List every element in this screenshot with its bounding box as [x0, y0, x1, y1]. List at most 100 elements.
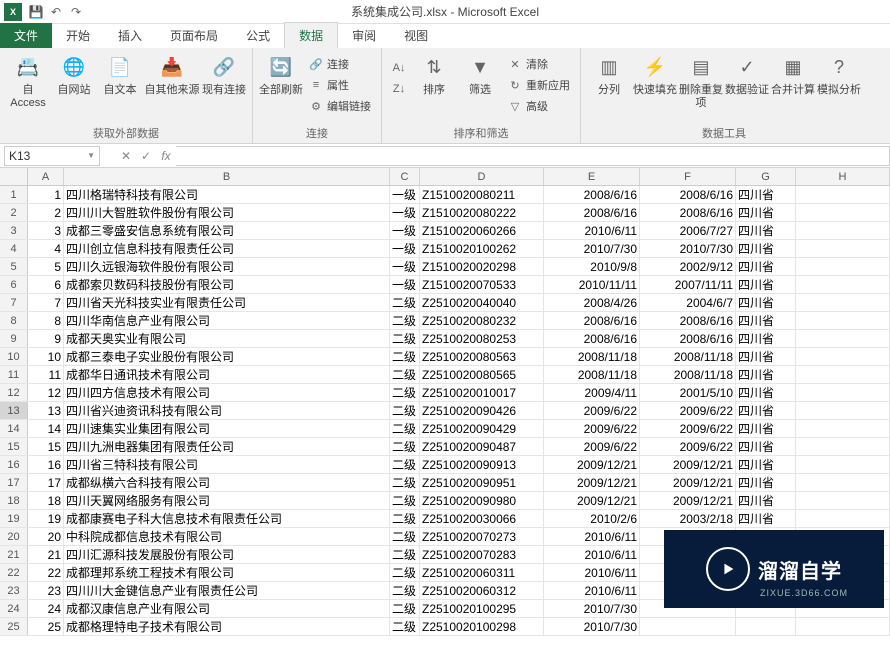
cell[interactable]: Z2510020070273	[420, 528, 544, 545]
cell[interactable]: Z2510020090426	[420, 402, 544, 419]
cell[interactable]: 四川华南信息产业有限公司	[64, 312, 390, 329]
cell[interactable]: 17	[28, 474, 64, 491]
cell[interactable]: 2010/6/11	[544, 528, 640, 545]
row-header[interactable]: 17	[0, 474, 28, 491]
cell[interactable]: 2008/6/16	[640, 204, 736, 221]
cell[interactable]	[796, 456, 890, 473]
cell[interactable]: 四川省	[736, 204, 796, 221]
cell[interactable]: Z1510020080211	[420, 186, 544, 203]
cell[interactable]: 成都康赛电子科大信息技术有限责任公司	[64, 510, 390, 527]
formula-input[interactable]	[176, 146, 890, 166]
row-header[interactable]: 15	[0, 438, 28, 455]
cell[interactable]: 四川省	[736, 420, 796, 437]
tab-page-layout[interactable]: 页面布局	[156, 23, 232, 48]
cell[interactable]: 二级	[390, 294, 420, 311]
tab-review[interactable]: 审阅	[338, 23, 390, 48]
cell[interactable]: 中科院成都信息技术有限公司	[64, 528, 390, 545]
cell[interactable]	[796, 222, 890, 239]
cell[interactable]: Z2510020090429	[420, 420, 544, 437]
cell[interactable]: Z2510020060311	[420, 564, 544, 581]
row-header[interactable]: 23	[0, 582, 28, 599]
cell[interactable]: Z1510020070533	[420, 276, 544, 293]
cell[interactable]: 1	[28, 186, 64, 203]
cell[interactable]: Z1510020060266	[420, 222, 544, 239]
cell[interactable]	[796, 186, 890, 203]
cell[interactable]: 四川省天光科技实业有限责任公司	[64, 294, 390, 311]
cell[interactable]: 四川省	[736, 330, 796, 347]
cell[interactable]: 成都格理特电子技术有限公司	[64, 618, 390, 635]
cell[interactable]: Z2510020080253	[420, 330, 544, 347]
cell[interactable]: 2009/6/22	[640, 402, 736, 419]
cell[interactable]: 四川省	[736, 276, 796, 293]
cell[interactable]: 2010/2/6	[544, 510, 640, 527]
cell[interactable]: Z2510020040040	[420, 294, 544, 311]
sort-button[interactable]: ⇅排序	[412, 52, 456, 99]
cell[interactable]: 2010/7/30	[640, 240, 736, 257]
row-header[interactable]: 10	[0, 348, 28, 365]
cell[interactable]: 9	[28, 330, 64, 347]
cell[interactable]: 二级	[390, 366, 420, 383]
col-header-A[interactable]: A	[28, 168, 64, 185]
row-header[interactable]: 9	[0, 330, 28, 347]
tab-insert[interactable]: 插入	[104, 23, 156, 48]
cell[interactable]: 成都理邦系统工程技术有限公司	[64, 564, 390, 581]
reapply-button[interactable]: ↻重新应用	[504, 75, 574, 95]
sort-asc-button[interactable]: A↓	[388, 58, 410, 78]
cell[interactable]: 二级	[390, 564, 420, 581]
connections-button[interactable]: 🔗连接	[305, 54, 375, 74]
flash-fill-button[interactable]: ⚡快速填充	[633, 52, 677, 99]
cell[interactable]: 一级	[390, 240, 420, 257]
cell[interactable]: 四川天翼网络服务有限公司	[64, 492, 390, 509]
cell[interactable]: 二级	[390, 348, 420, 365]
from-web-button[interactable]: 🌐自网站	[52, 52, 96, 99]
cell[interactable]: Z2510020090980	[420, 492, 544, 509]
cell[interactable]: Z2510020010017	[420, 384, 544, 401]
row-header[interactable]: 25	[0, 618, 28, 635]
text-to-col-button[interactable]: ▥分列	[587, 52, 631, 99]
row-header[interactable]: 22	[0, 564, 28, 581]
cell[interactable]: 四川省	[736, 402, 796, 419]
cell[interactable]: 3	[28, 222, 64, 239]
row-header[interactable]: 7	[0, 294, 28, 311]
redo-icon[interactable]: ↷	[66, 3, 86, 21]
cell[interactable]: 2010/6/11	[544, 546, 640, 563]
cell[interactable]: 19	[28, 510, 64, 527]
cell[interactable]: 二级	[390, 438, 420, 455]
cell[interactable]: 7	[28, 294, 64, 311]
cell[interactable]: 二级	[390, 474, 420, 491]
cell[interactable]: 2	[28, 204, 64, 221]
cell[interactable]: 2008/6/16	[544, 186, 640, 203]
cell[interactable]: 成都汉康信息产业有限公司	[64, 600, 390, 617]
cell[interactable]: 四川省	[736, 186, 796, 203]
cell[interactable]	[796, 348, 890, 365]
cell[interactable]: 四川省	[736, 366, 796, 383]
undo-icon[interactable]: ↶	[46, 3, 66, 21]
col-header-D[interactable]: D	[420, 168, 544, 185]
cell[interactable]: 2009/6/22	[544, 438, 640, 455]
cell[interactable]: Z2510020080563	[420, 348, 544, 365]
cell[interactable]: 四川省三特科技有限公司	[64, 456, 390, 473]
cell[interactable]: Z2510020100295	[420, 600, 544, 617]
cell[interactable]: 11	[28, 366, 64, 383]
row-header[interactable]: 5	[0, 258, 28, 275]
cell[interactable]: 成都三零盛安信息系统有限公司	[64, 222, 390, 239]
cell[interactable]	[796, 294, 890, 311]
cell[interactable]: 2008/6/16	[544, 312, 640, 329]
cell[interactable]: 二级	[390, 528, 420, 545]
cell[interactable]: 2010/6/11	[544, 582, 640, 599]
cell[interactable]: 2008/6/16	[640, 186, 736, 203]
what-if-button[interactable]: ?模拟分析	[817, 52, 861, 99]
sort-desc-button[interactable]: Z↓	[388, 79, 410, 99]
cell[interactable]: 2008/11/18	[640, 348, 736, 365]
cell[interactable]: 2008/6/16	[544, 204, 640, 221]
cell[interactable]: 四川久远银海软件股份有限公司	[64, 258, 390, 275]
cell[interactable]: Z2510020090913	[420, 456, 544, 473]
cell[interactable]: Z2510020090951	[420, 474, 544, 491]
enter-formula-button[interactable]: ✓	[136, 149, 156, 163]
cell[interactable]: 四川省	[736, 492, 796, 509]
cell[interactable]	[796, 618, 890, 635]
cell[interactable]: 25	[28, 618, 64, 635]
refresh-all-button[interactable]: 🔄全部刷新	[259, 52, 303, 99]
cell[interactable]: 22	[28, 564, 64, 581]
cell[interactable]: 二级	[390, 510, 420, 527]
